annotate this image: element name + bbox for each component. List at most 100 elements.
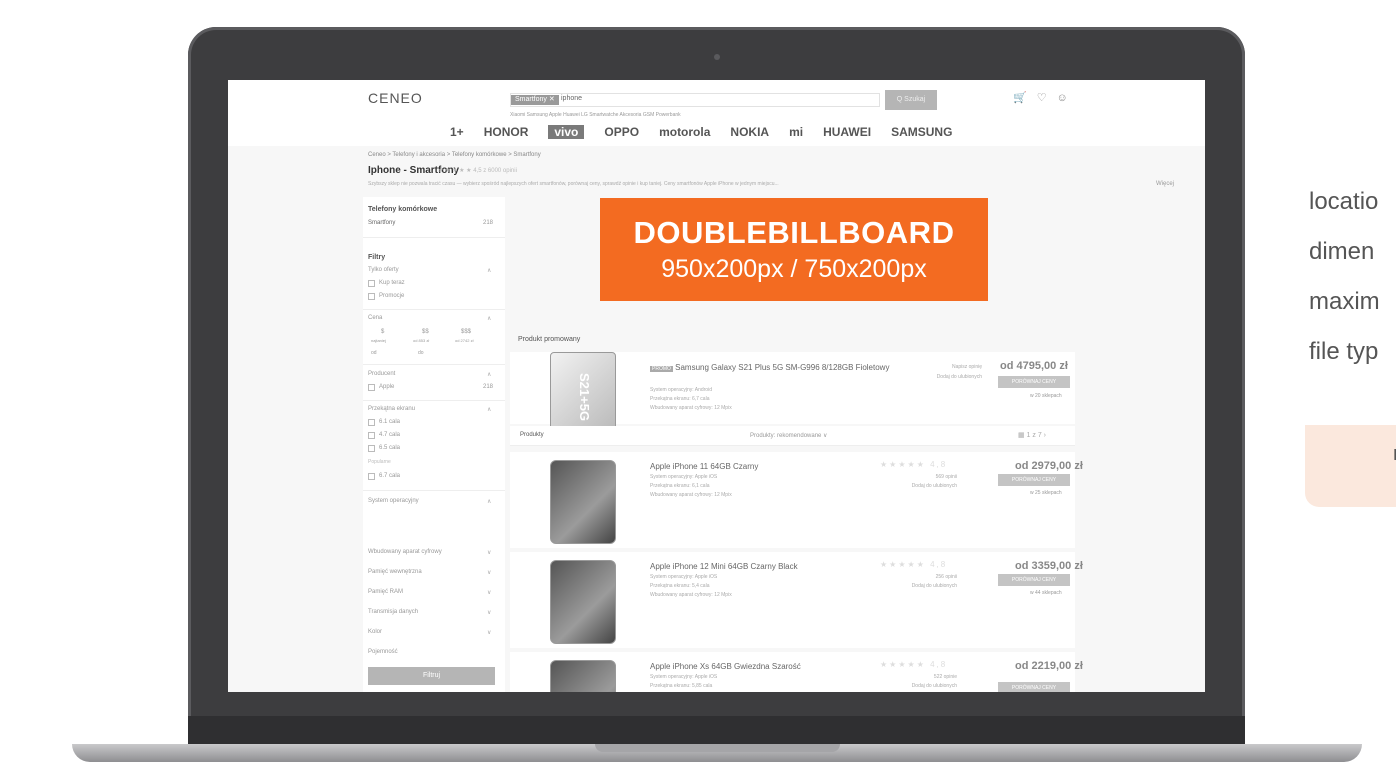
brand-nokia[interactable]: NOKIA	[730, 125, 769, 139]
product-name[interactable]: Apple iPhone 12 Mini 64GB Czarny Black	[650, 561, 910, 572]
brand-oneplus[interactable]: 1+	[450, 125, 464, 139]
product-row[interactable]: Apple iPhone Xs 64GB Gwiezdna Szarość Sy…	[510, 652, 1083, 692]
chevron-up-icon[interactable]: ∧	[487, 498, 491, 505]
sort-dropdown[interactable]: Produkty: rekomendowane ∨	[750, 432, 827, 439]
chevron-down-icon[interactable]: ∨	[487, 549, 491, 556]
price-sub-1: najtaniej	[371, 338, 386, 343]
site-logo[interactable]: CENEO	[368, 90, 423, 106]
filter-ram[interactable]: Pamięć RAM	[368, 589, 403, 595]
add-favorite-link[interactable]: Dodaj do ulubionych	[885, 583, 957, 589]
chevron-up-icon[interactable]: ∧	[487, 371, 491, 378]
chevron-up-icon[interactable]: ∧	[487, 315, 491, 322]
spec-os: System operacyjny: Android	[650, 387, 712, 393]
side-button[interactable]: r	[1305, 425, 1396, 507]
checkbox-screen-4[interactable]	[368, 473, 375, 480]
price-from-input[interactable]: od	[371, 350, 377, 356]
reviews-link[interactable]: 522 opinie	[885, 674, 957, 680]
compare-prices-button[interactable]: PORÓWNAJ CENY	[998, 574, 1070, 586]
laptop-chin	[188, 716, 1245, 744]
search-suggestions[interactable]: Xiaomi Samsung Apple Huawei LG Smartwatc…	[510, 112, 681, 118]
product-image[interactable]: S21+5G	[550, 352, 616, 436]
spec-camera: Wbudowany aparat cyfrowy: 12 Mpix	[650, 405, 732, 411]
only-offers-title: Tylko oferty	[368, 267, 399, 273]
product-name[interactable]: PROMO Samsung Galaxy S21 Plus 5G SM-G996…	[650, 362, 920, 375]
compare-prices-button[interactable]: PORÓWNAJ CENY	[998, 474, 1070, 486]
spec-camera: Wbudowany aparat cyfrowy: 12 Mpix	[650, 592, 732, 598]
reviews-link[interactable]: 569 opinii	[885, 474, 957, 480]
price-title: Cena	[368, 315, 383, 321]
brand-samsung[interactable]: SAMSUNG	[891, 125, 952, 139]
product-name[interactable]: Apple iPhone Xs 64GB Gwiezdna Szarość	[650, 661, 910, 672]
divider	[363, 364, 505, 365]
compare-prices-button[interactable]: PORÓWNAJ CENY	[998, 376, 1070, 388]
doublebillboard-ad[interactable]: DOUBLEBILLBOARD 950x200px / 750x200px	[600, 198, 988, 301]
brand-honor[interactable]: HONOR	[484, 125, 529, 139]
brand-huawei[interactable]: HUAWEI	[823, 125, 871, 139]
chevron-up-icon[interactable]: ∧	[487, 267, 491, 274]
price-to-input[interactable]: do	[418, 350, 424, 356]
product-row[interactable]: Apple iPhone 11 64GB Czarny System opera…	[510, 452, 1083, 548]
brand-vivo[interactable]: vivo	[548, 125, 585, 139]
laptop-screen: CENEO Smartfony ✕ iphone Q Szukaj 🛒♡☺ Xi…	[228, 80, 1205, 692]
category-item[interactable]: Smartfony	[368, 220, 395, 226]
chevron-down-icon[interactable]: ∨	[487, 569, 491, 576]
brand-motorola[interactable]: motorola	[659, 125, 710, 139]
divider	[363, 309, 505, 310]
product-image[interactable]	[550, 560, 616, 644]
filter-color[interactable]: Kolor	[368, 629, 382, 635]
price-level-1[interactable]: $	[381, 329, 384, 335]
price-level-2[interactable]: $$	[422, 329, 429, 335]
add-favorite-link[interactable]: Dodaj do ulubionych	[885, 683, 957, 689]
search-button[interactable]: Q Szukaj	[885, 90, 937, 110]
checkbox-apple[interactable]	[368, 384, 375, 391]
compare-prices-button[interactable]: PORÓWNAJ CENY	[998, 682, 1070, 692]
filter-camera[interactable]: Wbudowany aparat cyfrowy	[368, 549, 442, 555]
screen-option-2: 4.7 cala	[379, 432, 401, 438]
popular-label: Popularne	[368, 459, 391, 465]
header-icons[interactable]: 🛒♡☺	[1013, 91, 1078, 104]
add-favorite-link[interactable]: Dodaj do ulubionych	[885, 483, 957, 489]
product-image[interactable]	[550, 460, 616, 544]
checkbox-screen-3[interactable]	[368, 445, 375, 452]
brand-bar: 1+ HONOR vivo OPPO motorola NOKIA mi HUA…	[450, 122, 1010, 142]
add-favorite-link[interactable]: Dodaj do ulubionych	[910, 374, 982, 380]
shops-count: w 20 sklepach	[1030, 393, 1062, 399]
filter-capacity[interactable]: Pojemność	[368, 649, 398, 655]
chevron-up-icon[interactable]: ∧	[487, 406, 491, 413]
tab-products[interactable]: Produkty	[520, 432, 544, 438]
search-input[interactable]: Smartfony ✕ iphone	[510, 93, 880, 107]
product-row[interactable]: Apple iPhone 12 Mini 64GB Czarny Black S…	[510, 552, 1083, 648]
more-link[interactable]: Więcej	[1156, 181, 1174, 187]
reviews-link[interactable]: 256 opinii	[885, 574, 957, 580]
filter-transmission[interactable]: Transmisja danych	[368, 609, 418, 615]
pagination[interactable]: ▦ 1 z 7 ›	[1018, 431, 1046, 439]
brand-xiaomi[interactable]: mi	[789, 125, 803, 139]
product-price: od 4795,00 zł	[1000, 360, 1068, 372]
filter-button[interactable]: Filtruj	[368, 667, 495, 685]
checkbox-screen-1[interactable]	[368, 419, 375, 426]
category-count: 218	[483, 220, 494, 226]
breadcrumb[interactable]: Ceneo > Telefony i akcesoria > Telefony …	[368, 152, 541, 158]
chevron-down-icon[interactable]: ∨	[487, 629, 491, 636]
chevron-down-icon[interactable]: ∨	[487, 609, 491, 616]
promoted-label: Produkt promowany	[518, 336, 581, 343]
checkbox-kup-teraz[interactable]	[368, 280, 375, 287]
side-text-filetype: file typ	[1309, 338, 1379, 365]
product-image[interactable]	[550, 660, 616, 692]
write-review-link[interactable]: Napisz opinię	[910, 364, 982, 370]
product-name[interactable]: Apple iPhone 11 64GB Czarny	[650, 461, 910, 472]
price-level-3[interactable]: $$$	[461, 329, 471, 335]
promoted-product-card[interactable]: S21+5G PROMO Samsung Galaxy S21 Plus 5G …	[510, 352, 1075, 436]
spec-camera: Wbudowany aparat cyfrowy: 12 Mpix	[650, 492, 732, 498]
checkbox-screen-2[interactable]	[368, 432, 375, 439]
shops-count: w 44 sklepach	[1030, 590, 1062, 596]
brand-oppo[interactable]: OPPO	[604, 125, 639, 139]
filter-sidebar: Telefony komórkowe Smartfony 218 Filtry …	[363, 197, 505, 692]
search-category-chip[interactable]: Smartfony ✕	[511, 95, 559, 105]
rating-stars: ★★★★★ 4,8	[880, 660, 948, 669]
checkbox-promocje[interactable]	[368, 293, 375, 300]
producer-count: 218	[483, 384, 494, 390]
spec-screen: Przekątna ekranu: 5,85 cala	[650, 683, 713, 689]
chevron-down-icon[interactable]: ∨	[487, 589, 491, 596]
filter-memory[interactable]: Pamięć wewnętrzna	[368, 569, 422, 575]
